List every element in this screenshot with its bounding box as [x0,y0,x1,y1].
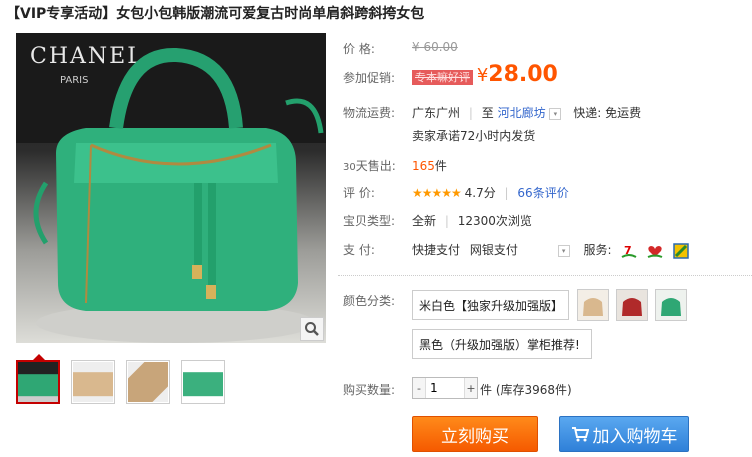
thumbnail-image [128,362,168,402]
product-title: 【VIP专享活动】女包小包韩版潮流可爱复古时尚单肩斜跨斜挎女包 [6,6,425,22]
brand-text-chanel: CHANEL [30,44,144,69]
color-option-beige[interactable]: 米白色【独家升级加强版】 [412,290,569,320]
quantity-label: 购买数量: [343,383,396,397]
service-label: 服务: [583,243,612,257]
express-fee: 快递: 免运费 [573,106,642,120]
ship-to-prefix: 至 [481,106,494,120]
color-swatch-green[interactable] [655,289,687,321]
svg-text:PARIS: PARIS [60,75,88,86]
payment-method-quick: 快捷支付 [412,243,461,257]
chevron-down-icon[interactable]: ▾ [549,107,562,120]
credit-card-icon[interactable] [673,242,689,259]
sales-unit: 件 [434,159,447,173]
thumbnail-image [73,362,113,402]
thumbnail-green-side[interactable] [181,360,225,404]
divider [338,275,752,276]
promo-price-row: 专本嘛好评 ¥28.00 [412,62,558,87]
original-price: ¥ 60.00 [412,40,458,54]
add-to-cart-button[interactable]: 加入购物车 [559,416,689,452]
sales-label: 30天售出: [343,159,396,173]
zoom-icon[interactable] [300,317,324,341]
rating-label: 评 价: [343,186,375,200]
payment-method-bank: 网银支付 [469,243,518,257]
shipping-label: 物流运费: [343,106,396,120]
rating-row: ★★★★★ 4.7分 | 66条评价 [412,186,569,200]
thumbnail-beige-open[interactable] [126,360,170,404]
main-product-image[interactable]: CHANEL PARIS [16,33,326,343]
shopping-cart-icon [571,427,589,442]
price-label: 价 格: [343,42,375,56]
thumbnail-green-front[interactable] [16,354,60,404]
color-swatch-beige[interactable] [577,289,609,321]
thumbnail-image [183,362,223,402]
quantity-stepper: - + [412,377,478,399]
ship-from: 广东广州 [412,106,461,120]
shipping-row: 广东广州 | 至 河北廊坊 ▾ 快递: 免运费 [412,106,642,120]
item-type-row: 全新 | 12300次浏览 [412,214,532,228]
buy-now-button[interactable]: 立刻购买 [412,416,538,452]
promo-price: 28.00 [488,62,558,87]
sales-row: 165件 [412,157,447,174]
promo-label: 参加促销: [343,71,396,85]
quantity-decrease-button[interactable]: - [413,378,425,398]
quantity-input[interactable] [425,378,465,398]
buy-now-label: 立刻购买 [441,426,509,447]
payment-row: 快捷支付 网银支付 ▾ 服务: 7 [412,241,689,259]
payment-label: 支 付: [343,243,375,257]
color-swatch-red[interactable] [616,289,648,321]
thumbnail-image [18,362,58,402]
thumbnail-beige-front[interactable] [71,360,115,404]
thumbnail-strip [16,354,225,404]
promo-tag[interactable]: 专本嘛好评 [412,70,473,85]
chevron-down-icon[interactable]: ▾ [557,244,570,257]
star-rating-icon: ★★★★★ [412,186,462,200]
add-to-cart-label: 加入购物车 [592,426,678,447]
seven-day-return-icon[interactable]: 7 [621,243,637,259]
review-count-link[interactable]: 66条评价 [517,186,568,200]
ship-promise: 卖家承诺72小时内发货 [412,129,536,143]
rating-score: 4.7分 [464,186,496,200]
view-count: 12300次浏览 [457,214,532,228]
ship-to-location[interactable]: 河北廊坊 [498,106,546,120]
heart-guarantee-icon[interactable] [647,243,663,259]
color-label: 颜色分类: [343,294,396,308]
item-type-label: 宝贝类型: [343,214,396,228]
quantity-increase-button[interactable]: + [465,378,477,398]
stock-info: 件 (库存3968件) [480,383,572,397]
item-condition: 全新 [412,214,437,228]
color-option-black[interactable]: 黑色（升级加强版）掌柜推荐! [412,329,592,359]
currency-symbol: ¥ [476,65,489,86]
sales-count: 165 [412,159,435,173]
